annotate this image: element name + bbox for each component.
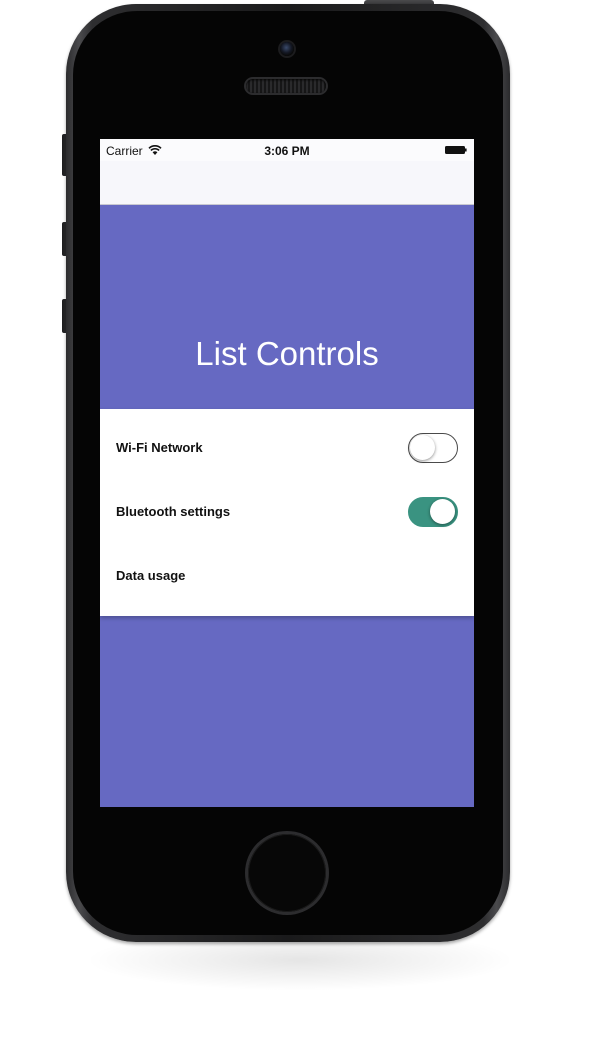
status-bar: Carrier 3:06 PM (100, 139, 474, 161)
navigation-bar (100, 161, 474, 205)
page-title: List Controls (195, 335, 379, 372)
toggle-knob (430, 499, 455, 524)
wifi-toggle[interactable] (408, 433, 458, 463)
home-button[interactable] (248, 834, 326, 912)
data-usage-label: Data usage (116, 568, 186, 583)
device-mockup: Carrier 3:06 PM List Controls Wi-Fi Netw… (0, 0, 593, 1048)
toggle-knob (410, 435, 435, 460)
wifi-network-label: Wi-Fi Network (116, 440, 203, 455)
battery-icon (445, 146, 467, 154)
hero-header: List Controls (100, 205, 474, 409)
bluetooth-toggle[interactable] (408, 497, 458, 527)
status-time: 3:06 PM (264, 144, 310, 158)
list-item-wifi[interactable]: Wi-Fi Network (100, 416, 474, 480)
screen: Carrier 3:06 PM List Controls Wi-Fi Netw… (100, 139, 474, 807)
list-item-data-usage[interactable]: Data usage (100, 544, 474, 608)
earpiece-speaker (246, 79, 326, 93)
front-camera (280, 42, 294, 56)
controls-list: Wi-Fi Network Bluetooth settings Data us… (100, 409, 474, 616)
list-item-bluetooth[interactable]: Bluetooth settings (100, 480, 474, 544)
bluetooth-settings-label: Bluetooth settings (116, 504, 231, 519)
